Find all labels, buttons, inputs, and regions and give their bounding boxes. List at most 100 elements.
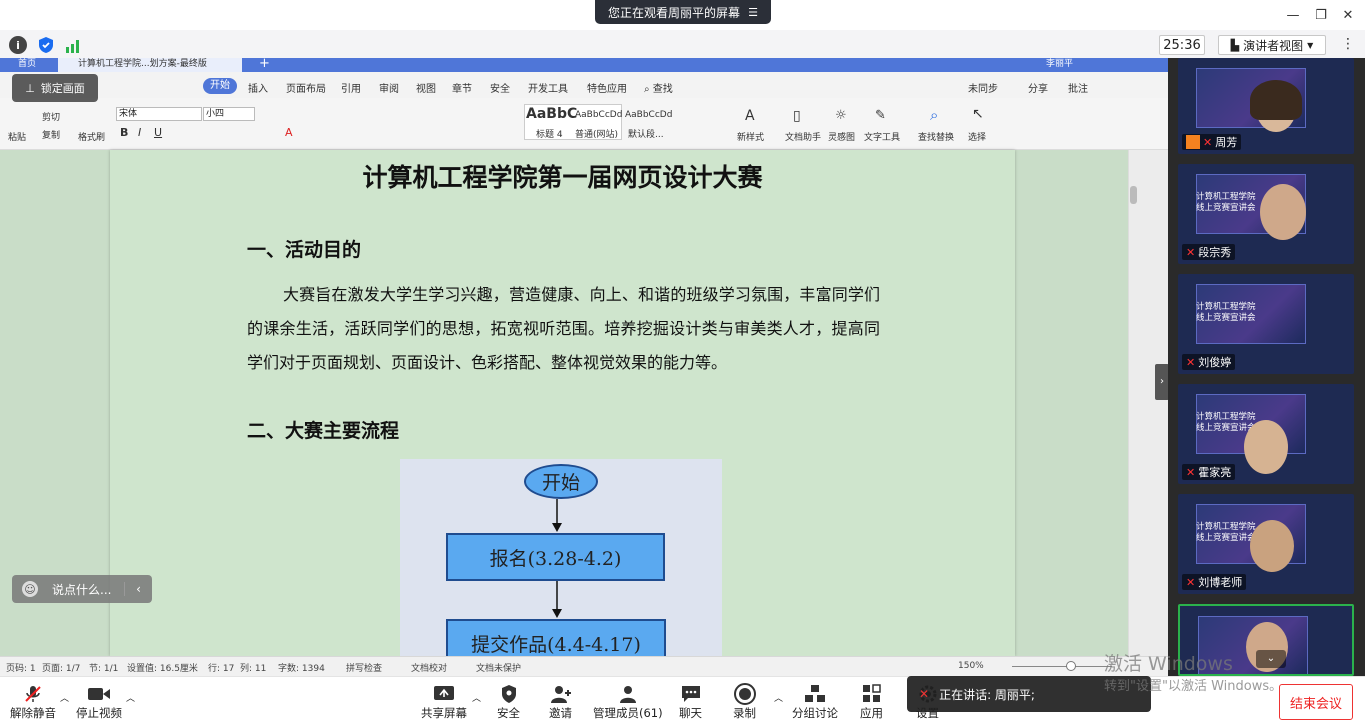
menu-reference[interactable]: 引用 [341,80,361,95]
protect-status[interactable]: 文档未保护 [476,661,521,674]
menu-icon[interactable]: ☰ [748,6,758,19]
zoom-level[interactable]: 150% [958,661,984,671]
text-tools-button[interactable]: 文字工具 [864,130,900,143]
chevron-up-icon[interactable]: ︿ [126,691,135,704]
chevron-down-icon[interactable]: ⌄ [1256,650,1286,668]
italic-button[interactable]: I [138,126,141,139]
proofread-button[interactable]: 文档校对 [411,661,447,674]
end-meeting-button[interactable]: 结束会议 [1279,684,1353,720]
participant-name: ✕ 刘俊婷 [1182,354,1236,370]
bold-button[interactable]: B [120,126,128,139]
chevron-up-icon[interactable]: ︿ [774,691,783,704]
menu-review[interactable]: 审阅 [379,80,399,95]
status-line: 行: 17 [208,664,235,674]
view-mode-button[interactable]: ▙ 演讲者视图 ▼ [1218,35,1326,55]
chevron-up-icon[interactable]: ︿ [60,691,69,704]
collapse-panel-icon[interactable]: › [1155,364,1168,400]
style-normal-web[interactable]: AaBbCcDd [575,110,622,120]
unmute-button[interactable]: 解除静音 [10,683,56,721]
style-default[interactable]: AaBbCcDd [625,110,672,120]
participant-name: ✕ 刘博老师 [1182,574,1247,590]
format-painter-button[interactable]: 格式刷 [78,130,105,143]
doc-assistant-button[interactable]: 文档助手 [785,130,821,143]
zoom-slider-handle[interactable] [1066,661,1076,671]
wps-menu-bar: 开始 插入 页面布局 引用 审阅 视图 章节 安全 开发工具 特色应用 ⌕ 查找… [0,72,1168,98]
participant-tile[interactable]: ✕ 周芳 [1178,58,1354,154]
record-button[interactable]: 录制 [733,683,756,721]
menu-view[interactable]: 视图 [416,80,436,95]
menu-share[interactable]: 分享 [1028,80,1048,95]
security-button[interactable]: 安全 [497,683,520,721]
font-color-button[interactable]: A [285,126,293,139]
wps-tab-document[interactable]: 计算机工程学院...划方案-最终版 [58,58,242,72]
more-icon[interactable]: ⋮ [1341,36,1355,52]
apps-button[interactable]: 应用 [860,683,883,721]
invite-button[interactable]: 邀请 [549,683,572,721]
paste-button[interactable]: 粘贴 [8,130,26,143]
chevron-up-icon[interactable]: ︿ [472,691,481,704]
collapse-chat-icon[interactable]: ‹ [124,582,152,596]
document-page[interactable]: 计算机工程学院第一届网页设计大赛 一、活动目的 大赛旨在激发大学生学习兴趣，营造… [110,150,1015,656]
scrollbar-thumb[interactable] [1130,186,1137,204]
underline-button[interactable]: U [154,126,162,139]
spellcheck-button[interactable]: 拼写检查 [346,661,382,674]
menu-special[interactable]: 特色应用 [587,80,627,95]
breakout-label: 分组讨论 [792,706,838,720]
status-wordcount[interactable]: 字数: 1394 [278,661,325,674]
participant-name-label: 周芳 [1215,136,1238,149]
menu-security[interactable]: 安全 [490,80,510,95]
participant-tile[interactable]: 计算机工程学院 线上竞赛宣讲会 ✕ 霍家亮 [1178,384,1354,484]
chat-input[interactable]: ☺ 说点什么... ‹ [12,575,152,603]
windows-activation-watermark: 激活 Windows [1104,653,1233,675]
cut-button[interactable]: 剪切 [42,110,60,123]
host-icon [1186,135,1200,149]
stop-video-button[interactable]: 停止视频 [76,683,122,721]
signal-icon[interactable] [65,37,83,53]
style-heading4[interactable]: AaBbC [526,106,577,122]
lock-view-button[interactable]: ⊥ 锁定画面 [12,74,98,102]
info-icon[interactable]: i [9,36,27,54]
participant-name: ✕ 霍家亮 [1182,464,1236,480]
new-style-button[interactable]: 新样式 [737,130,764,143]
menu-devtools[interactable]: 开发工具 [528,80,568,95]
chat-button[interactable]: 聊天 [679,683,702,721]
menu-unsynced[interactable]: 未同步 [968,80,998,95]
menu-search[interactable]: ⌕ 查找 [644,80,673,95]
participant-tile[interactable]: 计算机工程学院 线上竞赛宣讲会 ✕ 段宗秀 [1178,164,1354,264]
wps-tab-document-label: 计算机工程学院...划方案-最终版 [78,59,207,69]
participant-face [1260,184,1306,240]
wps-tab-home[interactable]: 首页 [18,58,36,70]
share-screen-button[interactable]: 共享屏幕 [421,683,467,721]
font-size-select[interactable]: 小四 [203,107,255,121]
heading-process: 二、大赛主要流程 [247,420,400,442]
select-button[interactable]: 选择 [968,130,986,143]
add-tab-icon[interactable]: + [259,58,270,71]
copy-button[interactable]: 复制 [42,128,60,141]
emoji-icon[interactable]: ☺ [22,581,38,597]
grid-icon: ▙ [1230,38,1240,52]
participant-tile[interactable]: 计算机工程学院 线上竞赛宣讲会 ✕ 刘博老师 [1178,494,1354,594]
share-banner[interactable]: 您正在观看周丽平的屏幕 ☰ [595,0,771,24]
minimize-icon[interactable]: — [1283,5,1303,25]
close-icon[interactable]: ✕ [1338,5,1358,25]
wps-side-panel: › [1128,150,1168,656]
font-name-select[interactable]: 宋体 [116,107,202,121]
menu-insert[interactable]: 插入 [248,80,268,95]
style-default-label: 默认段... [628,130,664,140]
shield-icon[interactable] [37,36,55,54]
breakout-button[interactable]: 分组讨论 [792,683,838,721]
inspiration-button[interactable]: 灵感图 [828,130,855,143]
chat-label: 聊天 [679,706,702,720]
menu-chapter[interactable]: 章节 [452,80,472,95]
manage-members-label: 管理成员(61) [593,706,663,720]
participant-tile[interactable]: 计算机工程学院 线上竞赛宣讲会 ✕ 刘俊婷 [1178,274,1354,374]
security-label: 安全 [497,706,520,720]
find-replace-button[interactable]: 查找替换 [918,130,954,143]
menu-comment[interactable]: 批注 [1068,80,1088,95]
menu-start[interactable]: 开始 [203,78,237,94]
status-setting: 设置值: 16.5厘米 [127,664,198,674]
manage-members-button[interactable]: 管理成员(61) [593,683,663,721]
menu-layout[interactable]: 页面布局 [286,80,326,95]
zoom-slider[interactable] [1012,666,1112,667]
restore-icon[interactable]: ❐ [1311,5,1331,25]
